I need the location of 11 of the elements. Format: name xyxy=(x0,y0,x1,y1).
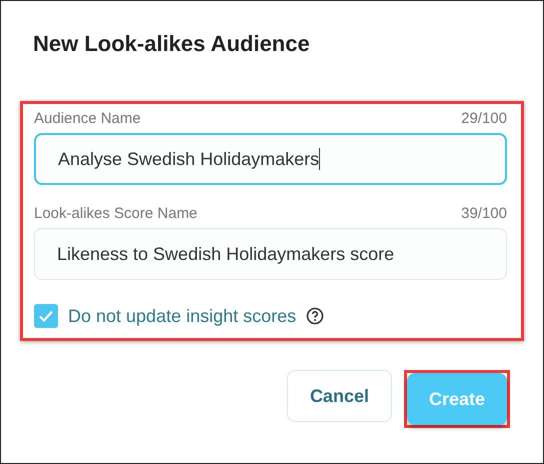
input-field[interactable]: Analyse Swedish Holidaymakers xyxy=(34,133,507,185)
checkbox-label[interactable]: Do not update insight scores xyxy=(68,306,296,326)
input-field[interactable]: Likeness to Swedish Holidaymakers score xyxy=(34,228,507,280)
character-counter: 39/100 xyxy=(461,205,507,222)
checkbox[interactable] xyxy=(34,304,58,328)
help-icon[interactable] xyxy=(306,307,324,325)
field-label: Look-alikes Score Name xyxy=(34,205,198,222)
cancel-button[interactable]: Cancel xyxy=(286,370,392,422)
character-counter: 29/100 xyxy=(461,110,507,127)
dialog-title: New Look-alikes Audience xyxy=(33,31,311,58)
field-label: Audience Name xyxy=(34,110,141,127)
